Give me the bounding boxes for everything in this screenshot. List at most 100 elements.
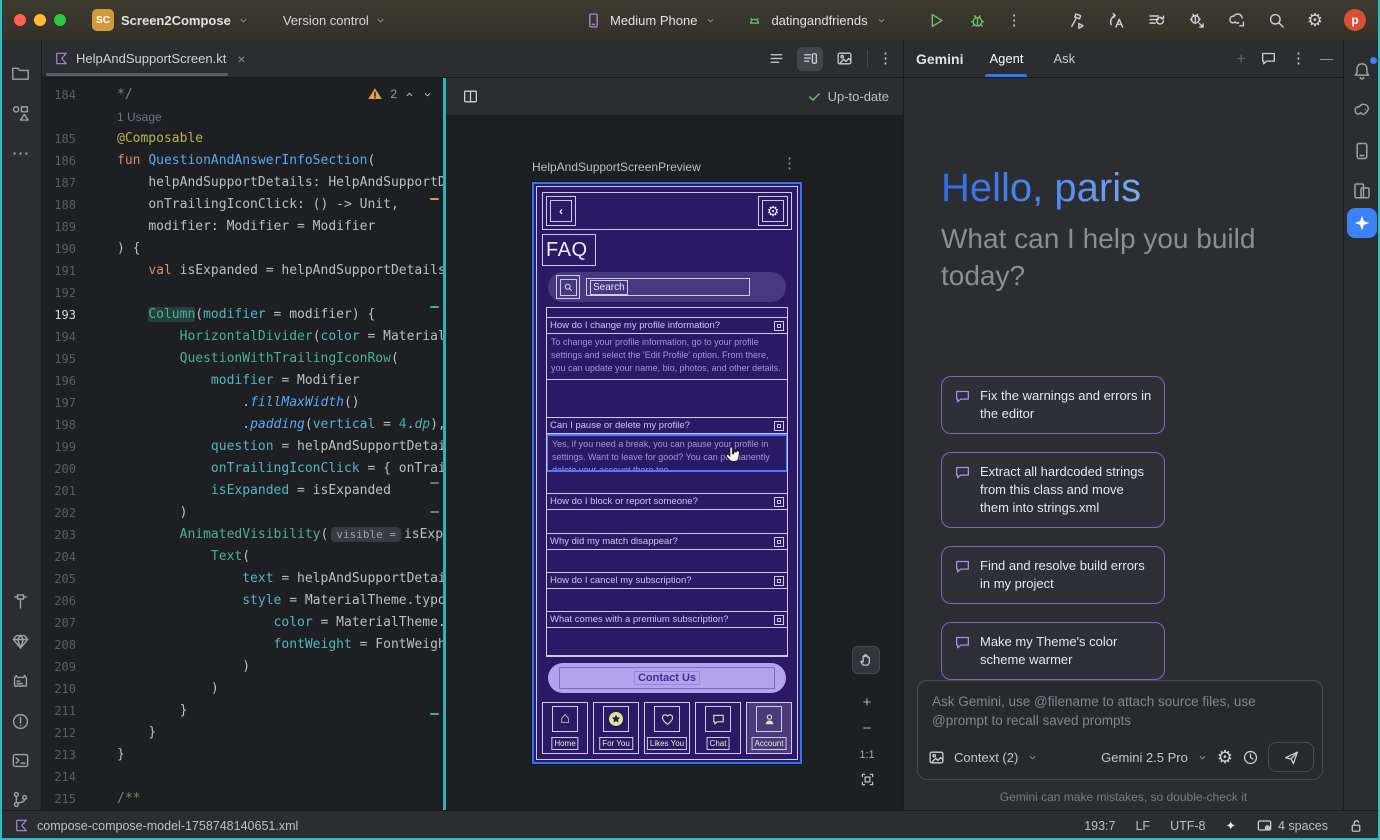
code-line[interactable]: 186fun QuestionAndAnswerInfoSection( [42, 150, 443, 172]
code-line[interactable]: 195 QuestionWithTrailingIconRow( [42, 348, 443, 370]
warning-stripe-mark[interactable] [430, 198, 439, 200]
zoom-level[interactable]: 1:1 [852, 742, 882, 768]
problems-icon[interactable] [8, 708, 34, 734]
code-line[interactable]: 189 modifier: Modifier = Modifier [42, 216, 443, 238]
code-line[interactable]: 192 [42, 282, 443, 304]
code-line[interactable]: 215/** [42, 788, 443, 810]
view-design-button[interactable] [831, 47, 857, 71]
line-ending[interactable]: LF [1135, 819, 1150, 833]
expand-toggle-icon[interactable] [774, 576, 784, 586]
back-button[interactable]: ‹ [546, 196, 576, 226]
nav-item-for-you[interactable]: For You [593, 702, 639, 754]
new-chat-icon[interactable]: + [1236, 49, 1246, 69]
close-window-button[interactable] [14, 14, 26, 26]
faq-question-row[interactable]: How do I change my profile information? [547, 317, 787, 334]
preview-canvas[interactable]: HelpAndSupportScreenPreview ⋮ ‹ ⚙ FAQ [446, 116, 903, 810]
preview-name[interactable]: HelpAndSupportScreenPreview [532, 160, 701, 174]
code-line[interactable]: 210 ) [42, 678, 443, 700]
stripe-mark[interactable] [430, 511, 439, 513]
suggestion-chip[interactable]: Find and resolve build errors in my proj… [941, 546, 1165, 604]
sparkle-icon[interactable]: ✦ [1225, 818, 1235, 833]
traffic-lights[interactable] [14, 14, 66, 26]
contact-us-button[interactable]: Contact Us [548, 663, 786, 693]
faq-question-row[interactable]: Why did my match disappear? [547, 533, 787, 550]
code-line[interactable]: 205 text = helpAndSupportDetails [42, 568, 443, 590]
zoom-in-button[interactable]: + [852, 690, 882, 716]
run-config-selector[interactable]: datingandfriends [771, 13, 867, 28]
logcat-icon[interactable] [8, 668, 34, 694]
expand-toggle-icon[interactable] [774, 615, 784, 625]
gemini-star-icon[interactable] [1347, 208, 1377, 238]
suggestion-chip[interactable]: Make my Theme's color scheme warmer [941, 622, 1165, 680]
more-actions-icon[interactable]: ⋮ [1007, 13, 1022, 28]
indent-setting[interactable]: 4 spaces [1256, 817, 1328, 834]
lock-icon[interactable] [1348, 818, 1364, 834]
minimize-window-button[interactable] [34, 14, 46, 26]
expand-toggle-icon[interactable] [774, 321, 784, 331]
encoding[interactable]: UTF-8 [1170, 819, 1205, 833]
user-avatar[interactable]: p [1344, 9, 1366, 31]
caret-position[interactable]: 193:7 [1084, 819, 1115, 833]
code-line[interactable]: 196 modifier = Modifier [42, 370, 443, 392]
prev-warning-icon[interactable] [404, 89, 415, 100]
nav-item-home[interactable]: ⌂Home [542, 702, 588, 754]
running-devices-icon[interactable] [1349, 178, 1375, 204]
device-manager-icon[interactable] [1349, 138, 1375, 164]
nav-item-account[interactable]: Account [746, 702, 792, 754]
folder-icon[interactable] [8, 60, 34, 86]
run-button[interactable] [927, 11, 946, 30]
code-line[interactable]: 204 Text( [42, 546, 443, 568]
faq-question-row[interactable]: How do I cancel my subscription? [547, 572, 787, 589]
project-selector[interactable]: SC Screen2Compose [92, 9, 249, 31]
hide-panel-icon[interactable]: — [1320, 51, 1333, 66]
bell-icon[interactable] [1349, 58, 1375, 84]
faq-answer-selected[interactable]: Yes, if you need a break, you can pause … [546, 434, 788, 472]
tab-agent[interactable]: Agent [985, 40, 1027, 77]
code-line[interactable]: 201 isExpanded = isExpanded [42, 480, 443, 502]
context-dropdown[interactable]: Context (2) [954, 750, 1018, 765]
stripe-mark[interactable] [430, 482, 439, 484]
send-button[interactable] [1268, 742, 1314, 772]
build-hammer-icon[interactable] [8, 588, 34, 614]
recent-tasks-icon[interactable] [1147, 11, 1166, 30]
code-line[interactable]: 185@Composable [42, 128, 443, 150]
code-line[interactable]: 1 Usage [42, 106, 443, 128]
code-line[interactable]: 209 ) [42, 656, 443, 678]
code-line[interactable]: 193 Column(modifier = modifier) { [42, 304, 443, 326]
tab-ask[interactable]: Ask [1049, 40, 1079, 77]
gemini-prompt-input[interactable]: Ask Gemini, use @filename to attach sour… [917, 680, 1323, 780]
preview-options-icon[interactable]: ⋮ [782, 156, 797, 171]
code-line[interactable]: 198 .padding(vertical = 4.dp), [42, 414, 443, 436]
faq-question-row[interactable]: How do I block or report someone? [547, 493, 787, 510]
highlight-stripe-mark[interactable] [430, 306, 439, 308]
gradle-icon[interactable] [1349, 98, 1375, 124]
editor-options-icon[interactable]: ⋮ [878, 51, 893, 66]
code-line[interactable]: 199 question = helpAndSupportDetails [42, 436, 443, 458]
view-split-button[interactable] [797, 47, 823, 71]
faq-question-row[interactable]: Can I pause or delete my profile? [547, 417, 787, 434]
gradle-sync-icon[interactable] [1227, 11, 1246, 30]
code-line[interactable]: 207 color = MaterialTheme. [42, 612, 443, 634]
next-warning-icon[interactable] [422, 89, 433, 100]
code-line[interactable]: 214 [42, 766, 443, 788]
debug-button[interactable] [968, 11, 987, 30]
code-line[interactable]: 206 style = MaterialTheme.typography [42, 590, 443, 612]
code-line[interactable]: 191 val isExpanded = helpAndSupportDetai… [42, 260, 443, 282]
fit-screen-button[interactable] [860, 772, 875, 787]
expand-toggle-icon[interactable] [774, 497, 784, 507]
code-line[interactable]: 187 helpAndSupportDetails: HelpAndSuppor… [42, 172, 443, 194]
suggestion-chip[interactable]: Extract all hardcoded strings from this … [941, 452, 1165, 528]
code-line[interactable]: 197 .fillMaxWidth() [42, 392, 443, 414]
vcs-menu[interactable]: Version control [283, 13, 386, 28]
expand-toggle-icon[interactable] [774, 537, 784, 547]
suggestion-chip[interactable]: Fix the warnings and errors in the edito… [941, 376, 1165, 434]
history-icon[interactable] [1242, 749, 1259, 766]
nav-item-chat[interactable]: Chat [695, 702, 741, 754]
code-line[interactable]: 200 onTrailingIconClick = { onTrailingIc… [42, 458, 443, 480]
terminal-icon[interactable] [8, 747, 34, 773]
phone-preview-frame[interactable]: ‹ ⚙ FAQ Search How do I change my profil… [532, 182, 802, 764]
split-layout-icon[interactable] [462, 88, 479, 105]
expand-toggle-icon[interactable] [774, 421, 784, 431]
gemini-options-icon[interactable]: ⋮ [1291, 51, 1306, 66]
device-selector[interactable]: Medium Phone [610, 13, 697, 28]
